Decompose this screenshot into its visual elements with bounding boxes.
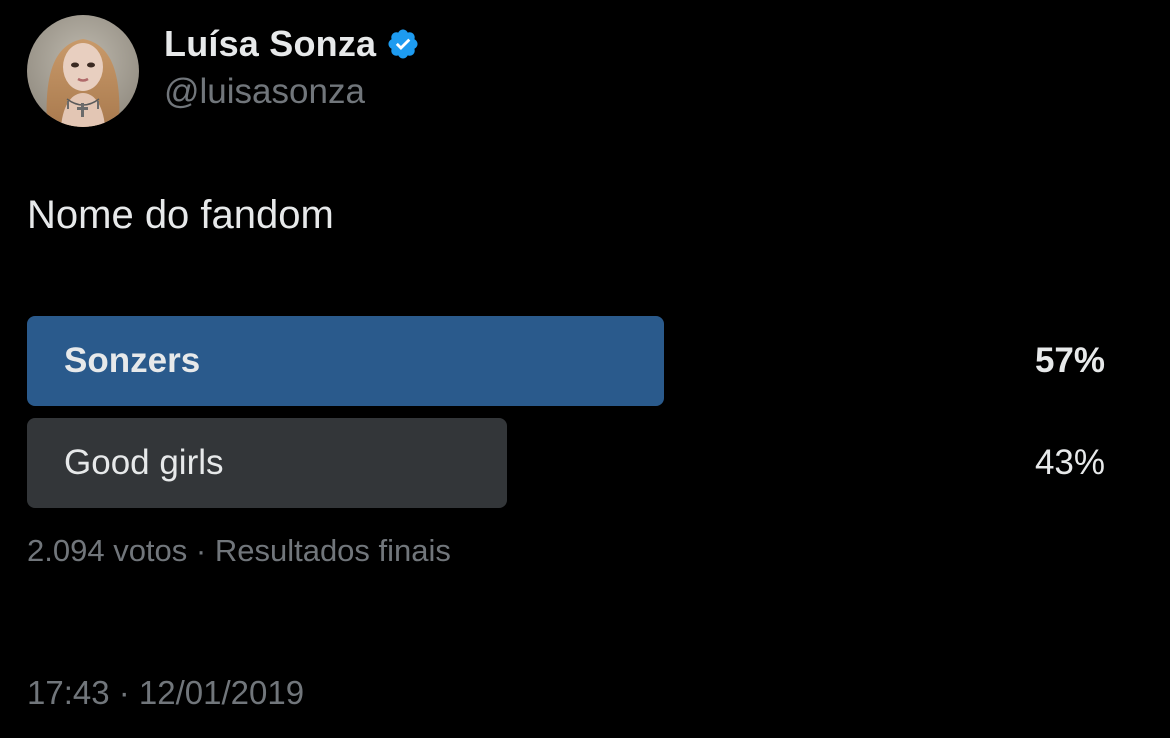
author-handle[interactable]: @luisasonza xyxy=(164,72,420,112)
tweet: Luísa Sonza @luisasonza Nome do fandom S… xyxy=(0,0,1170,738)
tweet-header: Luísa Sonza @luisasonza xyxy=(27,15,420,127)
poll-results-meta: 2.094 votos · Resultados finais xyxy=(27,533,451,568)
poll-option-percent: 57% xyxy=(1034,341,1105,380)
display-name[interactable]: Luísa Sonza xyxy=(164,23,376,65)
poll-option: Good girls 43% xyxy=(27,418,1117,508)
author-names: Luísa Sonza @luisasonza xyxy=(164,19,420,112)
verified-badge-icon[interactable] xyxy=(386,27,420,61)
poll-option-label: Good girls xyxy=(64,443,224,482)
avatar[interactable] xyxy=(27,15,139,127)
tweet-timestamp[interactable]: 17:43 · 12/01/2019 xyxy=(27,674,304,712)
avatar-image xyxy=(27,15,139,127)
poll-option-label: Sonzers xyxy=(64,341,201,380)
poll-option: Sonzers 57% xyxy=(27,316,1117,406)
poll-option-percent: 43% xyxy=(1034,443,1105,482)
poll: Sonzers 57% Good girls 43% xyxy=(27,316,1117,520)
display-name-row: Luísa Sonza xyxy=(164,19,420,69)
tweet-text: Nome do fandom xyxy=(27,193,334,237)
